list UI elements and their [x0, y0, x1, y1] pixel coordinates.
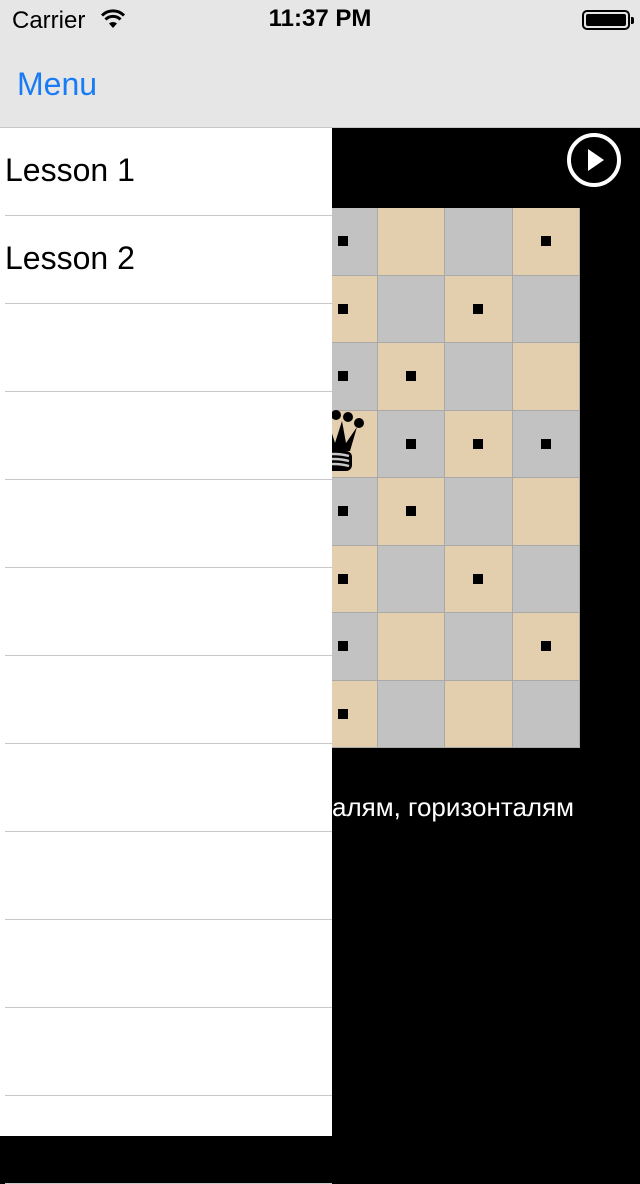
black-queen-icon[interactable] [332, 409, 364, 475]
board-square[interactable] [377, 208, 445, 276]
move-marker [540, 438, 551, 449]
move-marker [473, 573, 484, 584]
board-square[interactable] [512, 410, 580, 478]
board-square[interactable] [512, 613, 580, 681]
board-square[interactable] [332, 275, 378, 343]
board-square[interactable] [512, 680, 580, 748]
menu-row[interactable] [0, 1008, 332, 1096]
move-marker [540, 236, 551, 247]
board-square[interactable] [332, 680, 378, 748]
board-square[interactable] [377, 410, 445, 478]
lesson-caption: алям, горизонталям [332, 792, 575, 822]
move-marker [338, 708, 349, 719]
menu-row[interactable]: Lesson 1 [0, 128, 332, 216]
board-square[interactable] [445, 208, 513, 276]
board-square[interactable] [332, 208, 378, 276]
board-square[interactable] [332, 613, 378, 681]
lesson-content: алям, горизонталям [332, 128, 640, 1136]
board-square[interactable] [512, 478, 580, 546]
menu-row-label: Lesson 2 [5, 240, 135, 276]
board-square[interactable] [512, 275, 580, 343]
menu-row[interactable] [0, 920, 332, 1008]
side-menu: Lesson 1 Lesson 2 [0, 128, 332, 1184]
board-square[interactable] [377, 275, 445, 343]
board-square[interactable] [445, 613, 513, 681]
board-square[interactable] [512, 343, 580, 411]
board-square[interactable] [445, 343, 513, 411]
move-marker [338, 641, 349, 652]
board-square[interactable] [445, 478, 513, 546]
board-square[interactable] [377, 343, 445, 411]
menu-row[interactable] [0, 656, 332, 744]
menu-row[interactable] [0, 744, 332, 832]
move-marker [540, 641, 551, 652]
move-marker [405, 438, 416, 449]
board-square[interactable] [512, 208, 580, 276]
board-square[interactable] [445, 680, 513, 748]
move-marker [405, 371, 416, 382]
board-square[interactable] [377, 478, 445, 546]
board-square[interactable] [445, 275, 513, 343]
clock: 11:37 PM [268, 5, 372, 32]
menu-button[interactable]: Menu [17, 66, 97, 103]
board-square[interactable] [332, 343, 378, 411]
menu-row[interactable] [0, 304, 332, 392]
move-marker [405, 506, 416, 517]
board-square[interactable] [445, 410, 513, 478]
menu-row[interactable] [0, 392, 332, 480]
board-square[interactable] [377, 545, 445, 613]
menu-row[interactable] [0, 1096, 332, 1184]
battery-icon [582, 10, 634, 30]
board-square[interactable] [332, 409, 378, 478]
board-square[interactable] [332, 478, 378, 546]
play-circle-icon[interactable] [566, 132, 622, 188]
menu-row[interactable] [0, 480, 332, 568]
menu-row[interactable] [0, 832, 332, 920]
board-square[interactable] [445, 545, 513, 613]
move-marker [338, 371, 349, 382]
menu-row[interactable]: Lesson 2 [0, 216, 332, 304]
move-marker [473, 438, 484, 449]
move-marker [338, 573, 349, 584]
move-marker [338, 506, 349, 517]
move-marker [338, 236, 349, 247]
menu-row[interactable] [0, 568, 332, 656]
move-marker [338, 303, 349, 314]
move-marker [473, 303, 484, 314]
chess-board [332, 208, 580, 748]
board-square[interactable] [512, 545, 580, 613]
status-bar: Carrier 11:37 PM [0, 0, 640, 40]
menu-row-label: Lesson 1 [5, 152, 135, 188]
board-square[interactable] [332, 545, 378, 613]
board-square[interactable] [377, 680, 445, 748]
top-bar: Carrier 11:37 PM Menu [0, 0, 640, 128]
board-square[interactable] [377, 613, 445, 681]
